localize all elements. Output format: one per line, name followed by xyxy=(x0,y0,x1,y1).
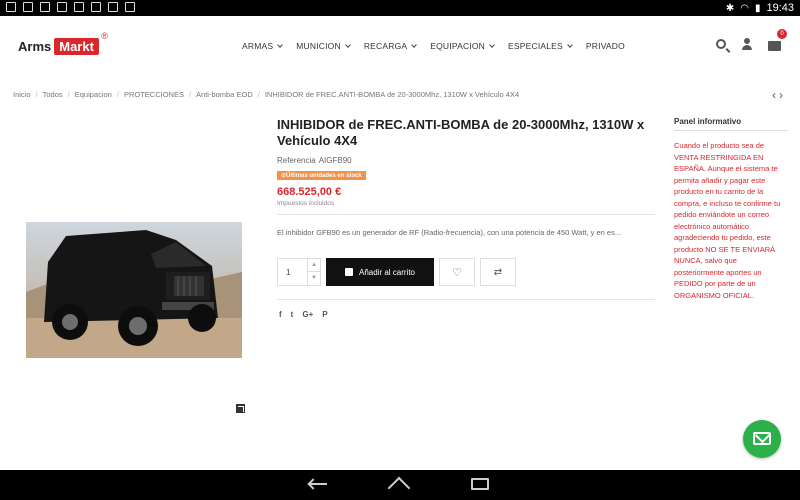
prev-product-icon[interactable]: ‹ xyxy=(772,88,779,102)
breadcrumb: Inicio / Todos / Equipacion / PROTECCIONES /… xyxy=(13,90,519,99)
pinterest-icon[interactable]: P xyxy=(322,310,327,319)
system-icons: ✱ ◠ ▮ 19:43 xyxy=(726,2,794,14)
clock: 19:43 xyxy=(766,2,794,14)
nav-item-especiales[interactable]: ESPECIALES xyxy=(508,41,573,51)
product-title: INHIBIDOR de FREC.ANTI-BOMBA de 20-3000M… xyxy=(277,117,645,148)
social-share: f t G+ P xyxy=(279,310,328,319)
nav-label: MUNICION xyxy=(296,41,341,51)
chevron-down-icon xyxy=(489,41,495,48)
info-panel-text: Cuando el producto sea de VENTA RESTRING… xyxy=(674,141,781,300)
nav-item-equipacion[interactable]: EQUIPACION xyxy=(430,41,495,51)
vehicle-photo xyxy=(26,222,242,358)
breadcrumb-separator: / xyxy=(188,90,192,99)
breadcrumb-item-anti-bomba[interactable]: Anti-bomba EOD xyxy=(196,90,253,99)
notification-icon xyxy=(6,2,16,12)
breadcrumb-item-protecciones[interactable]: PROTECCIONES xyxy=(124,90,184,99)
contact-mail-button[interactable] xyxy=(743,420,781,458)
nav-item-municion[interactable]: MUNICION xyxy=(296,41,351,51)
breadcrumb-item-inicio[interactable]: Inicio xyxy=(13,90,31,99)
add-to-cart-label: Añadir al carrito xyxy=(358,267,416,277)
facebook-icon[interactable]: f xyxy=(279,310,282,319)
nav-item-recarga[interactable]: RECARGA xyxy=(363,41,418,51)
heart-icon: ♡ xyxy=(452,266,462,279)
product-reference: Referencia AIGFB90 xyxy=(277,156,352,165)
nav-item-armas[interactable]: ARMAS xyxy=(242,41,284,51)
nav-label: RECARGA xyxy=(363,41,408,51)
recent-apps-icon[interactable] xyxy=(471,478,489,490)
reference-code: AIGFB90 xyxy=(318,156,352,165)
expand-icon[interactable] xyxy=(236,404,245,413)
chevron-down-icon xyxy=(567,41,573,48)
stock-badge: ⊙Últimas unidades en stock xyxy=(277,171,366,180)
product-price: 668.525,00 € xyxy=(277,186,342,198)
nav-label: ESPECIALES xyxy=(508,41,563,51)
notification-icon xyxy=(57,2,67,12)
reference-label: Referencia xyxy=(277,156,316,165)
notification-icon xyxy=(40,2,50,12)
home-icon[interactable] xyxy=(389,478,411,492)
notification-icon xyxy=(23,2,33,12)
divider xyxy=(277,214,655,215)
quantity-down-button[interactable]: ▼ xyxy=(307,272,320,285)
breadcrumb-item-current: INHIBIDOR de FREC.ANTI-BOMBA de 20-3000M… xyxy=(264,90,520,99)
nav-label: ARMAS xyxy=(242,41,274,51)
site-header: Arms Markt ® ARMAS MUNICION RECARGA EQUI… xyxy=(0,16,800,78)
notification-icon xyxy=(91,2,101,12)
breadcrumb-separator: / xyxy=(257,90,260,99)
bluetooth-icon: ✱ xyxy=(725,2,735,14)
notification-icon xyxy=(108,2,118,12)
search-icon[interactable] xyxy=(716,39,726,49)
twitter-icon[interactable]: t xyxy=(291,310,294,319)
android-nav-bar xyxy=(0,470,800,500)
breadcrumb-item-equipacion[interactable]: Equipacion xyxy=(75,90,112,99)
registered-mark: ® xyxy=(101,31,108,41)
google-plus-icon[interactable]: G+ xyxy=(302,310,313,319)
nav-item-privado[interactable]: PRIVADO xyxy=(586,41,625,51)
chevron-down-icon xyxy=(411,41,418,48)
wishlist-button[interactable]: ♡ xyxy=(439,258,475,286)
next-product-icon[interactable]: › xyxy=(779,88,786,102)
wifi-icon: ◠ xyxy=(740,2,749,14)
breadcrumb-separator: / xyxy=(67,90,70,99)
quantity-up-button[interactable]: ▲ xyxy=(307,259,320,272)
notification-icon xyxy=(74,2,84,12)
compare-button[interactable]: ⇄ xyxy=(480,258,516,286)
back-icon[interactable] xyxy=(309,478,329,492)
notification-icons xyxy=(6,2,135,12)
header-actions: 0 xyxy=(716,29,787,51)
divider xyxy=(277,299,655,300)
notification-icon xyxy=(125,2,135,12)
nav-label: PRIVADO xyxy=(585,41,625,51)
product-description: El inhibidor GFB90 es un generador de RF… xyxy=(277,228,622,237)
shuffle-icon: ⇄ xyxy=(493,266,503,278)
user-icon[interactable] xyxy=(740,37,754,51)
quantity-stepper: ▲ ▼ xyxy=(277,258,321,286)
product-pager: ‹› xyxy=(772,88,786,102)
breadcrumb-separator: / xyxy=(116,90,119,99)
mail-icon xyxy=(753,432,771,445)
chevron-down-icon xyxy=(277,41,284,48)
breadcrumb-separator: / xyxy=(35,90,38,99)
info-panel-title: Panel informativo xyxy=(674,117,742,126)
logo-text-arms: Arms xyxy=(18,39,52,54)
product-image[interactable] xyxy=(26,222,242,358)
cart-icon xyxy=(768,41,781,51)
stock-badge-label: Últimas unidades en stock xyxy=(286,173,362,179)
quantity-input[interactable] xyxy=(278,259,308,285)
divider xyxy=(674,130,788,131)
cart-count-badge: 0 xyxy=(777,29,787,39)
breadcrumb-item-todos[interactable]: Todos xyxy=(43,90,63,99)
tax-note: Impuestos incluidos xyxy=(277,200,335,207)
shopping-bag-icon xyxy=(344,268,353,276)
add-to-cart-button[interactable]: Añadir al carrito xyxy=(326,258,434,286)
logo-text-markt: Markt xyxy=(54,38,99,55)
main-nav: ARMAS MUNICION RECARGA EQUIPACION ESPECI… xyxy=(242,41,639,51)
chevron-down-icon xyxy=(344,41,351,48)
status-bar: ✱ ◠ ▮ 19:43 xyxy=(0,0,800,16)
nav-label: EQUIPACION xyxy=(430,41,485,51)
logo[interactable]: Arms Markt ® xyxy=(18,31,108,55)
cart-button[interactable]: 0 xyxy=(768,29,787,51)
battery-icon: ▮ xyxy=(754,2,761,14)
